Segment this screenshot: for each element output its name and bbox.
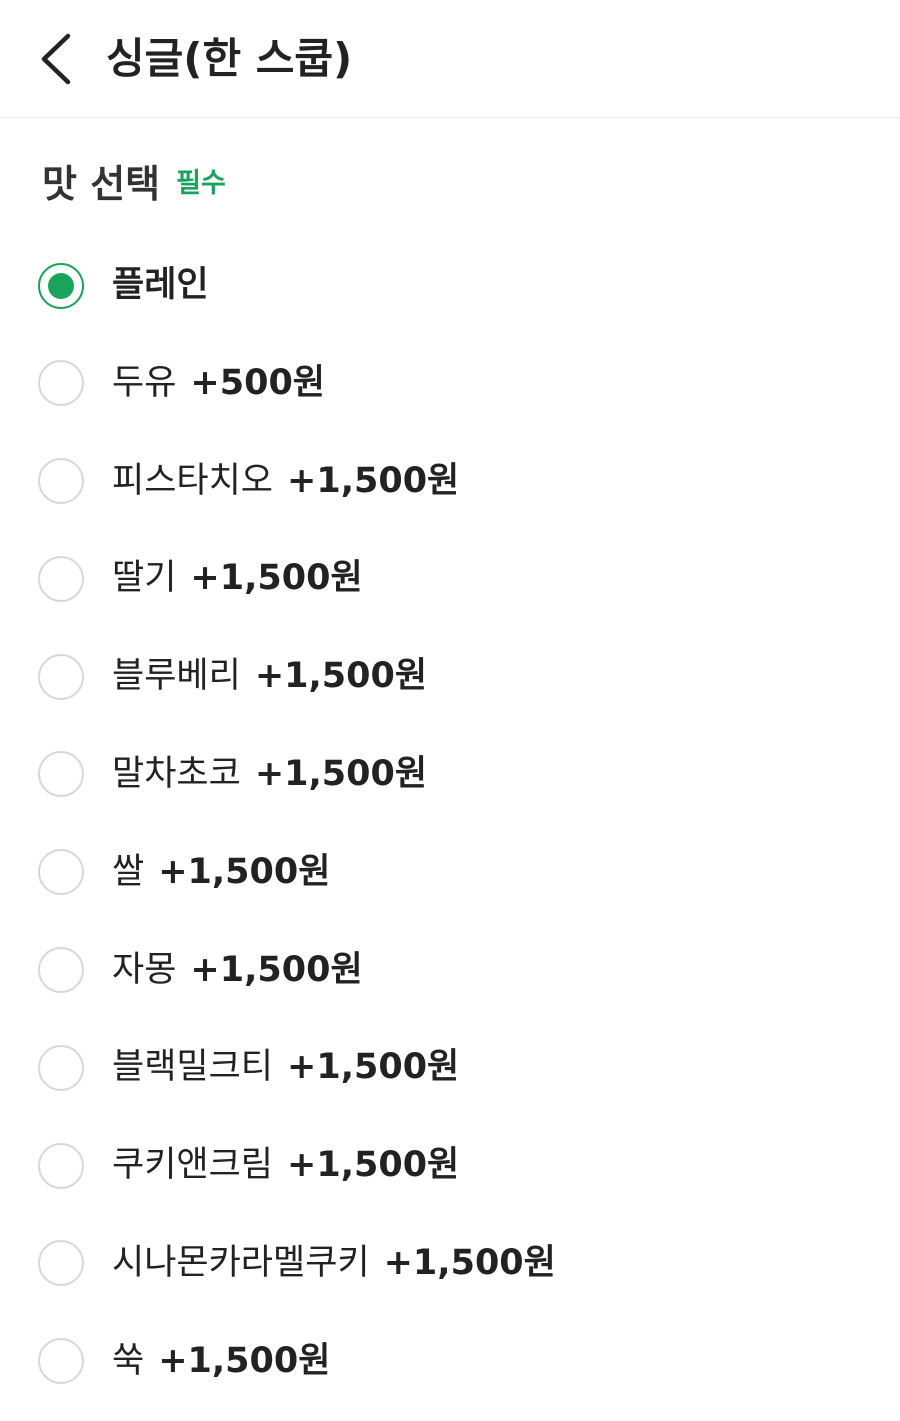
option-text: 말차초코 +1,500원 bbox=[112, 727, 427, 822]
option-name: 말차초코 bbox=[112, 753, 241, 794]
flavor-option[interactable]: 딸기 +1,500원 bbox=[0, 531, 900, 629]
radio-button[interactable] bbox=[38, 653, 84, 700]
option-name: 딸기 bbox=[112, 558, 177, 599]
flavor-option[interactable]: 자몽 +1,500원 bbox=[0, 923, 900, 1021]
option-text: 쌀 +1,500원 bbox=[112, 825, 330, 920]
option-text: 플레인 bbox=[112, 238, 209, 333]
radio-button[interactable] bbox=[38, 849, 84, 896]
option-name: 플레인 bbox=[112, 265, 209, 305]
option-name: 자몽 bbox=[112, 949, 177, 990]
section-title: 맛 선택 bbox=[42, 161, 161, 206]
option-name: 두유 bbox=[112, 362, 177, 403]
required-badge: 필수 bbox=[176, 167, 226, 199]
option-name: 블랙밀크티 bbox=[112, 1047, 274, 1088]
back-button[interactable] bbox=[30, 28, 86, 90]
option-name: 피스타치오 bbox=[112, 460, 274, 501]
option-price: +1,500원 bbox=[383, 1242, 556, 1283]
radio-button[interactable] bbox=[38, 751, 84, 798]
radio-button[interactable] bbox=[38, 458, 84, 505]
option-price: +1,500원 bbox=[287, 460, 460, 501]
option-price: +1,500원 bbox=[287, 1047, 460, 1088]
option-name: 시나몬카라멜쿠키 bbox=[112, 1242, 370, 1283]
radio-button[interactable] bbox=[38, 947, 84, 994]
option-text: 두유 +500원 bbox=[112, 336, 325, 431]
page-title: 싱글(한 스쿱) bbox=[106, 34, 353, 83]
option-price: +1,500원 bbox=[287, 1145, 460, 1186]
radio-button[interactable] bbox=[38, 555, 84, 602]
flavor-option[interactable]: 블랙밀크티 +1,500원 bbox=[0, 1020, 900, 1118]
flavor-option[interactable]: 쑥 +1,500원 bbox=[0, 1314, 900, 1412]
option-text: 쑥 +1,500원 bbox=[112, 1314, 330, 1409]
option-price: +1,500원 bbox=[158, 851, 331, 892]
radio-button[interactable] bbox=[38, 1044, 84, 1091]
option-price: +500원 bbox=[190, 362, 325, 403]
option-price: +1,500원 bbox=[190, 949, 363, 990]
option-text: 딸기 +1,500원 bbox=[112, 531, 363, 626]
radio-button-checked[interactable] bbox=[38, 262, 84, 309]
radio-button[interactable] bbox=[38, 1338, 84, 1385]
flavor-option[interactable]: 피스타치오 +1,500원 bbox=[0, 434, 900, 532]
chevron-left-icon bbox=[41, 33, 71, 85]
flavor-option-list: 플레인 두유 +500원 피스타치오 +1,500원 딸기 +1,500원 블루베리 +1,50… bbox=[0, 238, 900, 1412]
option-text: 피스타치오 +1,500원 bbox=[112, 434, 459, 529]
option-price: +1,500원 bbox=[190, 558, 363, 599]
header-bar: 싱글(한 스쿱) bbox=[0, 0, 900, 118]
flavor-option[interactable]: 시나몬카라멜쿠키 +1,500원 bbox=[0, 1216, 900, 1314]
option-name: 쿠키앤크림 bbox=[112, 1145, 274, 1186]
flavor-option[interactable]: 말차초코 +1,500원 bbox=[0, 727, 900, 825]
option-price: +1,500원 bbox=[158, 1340, 331, 1381]
section-header: 맛 선택 필수 bbox=[42, 152, 226, 208]
radio-button[interactable] bbox=[38, 1142, 84, 1189]
option-text: 쿠키앤크림 +1,500원 bbox=[112, 1118, 459, 1213]
option-text: 시나몬카라멜쿠키 +1,500원 bbox=[112, 1216, 556, 1311]
flavor-option[interactable]: 쿠키앤크림 +1,500원 bbox=[0, 1118, 900, 1216]
flavor-option[interactable]: 플레인 bbox=[0, 238, 900, 336]
flavor-option[interactable]: 두유 +500원 bbox=[0, 336, 900, 434]
option-text: 블루베리 +1,500원 bbox=[112, 629, 427, 724]
radio-dot-icon bbox=[48, 272, 74, 299]
flavor-option[interactable]: 쌀 +1,500원 bbox=[0, 825, 900, 923]
option-name: 블루베리 bbox=[112, 656, 241, 697]
option-price: +1,500원 bbox=[254, 656, 428, 697]
option-price: +1,500원 bbox=[254, 753, 428, 794]
flavor-option[interactable]: 블루베리 +1,500원 bbox=[0, 629, 900, 727]
option-name: 쑥 bbox=[112, 1340, 145, 1381]
option-text: 블랙밀크티 +1,500원 bbox=[112, 1020, 459, 1115]
radio-button[interactable] bbox=[38, 1240, 84, 1287]
radio-button[interactable] bbox=[38, 360, 84, 407]
option-text: 자몽 +1,500원 bbox=[112, 923, 363, 1018]
option-name: 쌀 bbox=[112, 851, 145, 892]
